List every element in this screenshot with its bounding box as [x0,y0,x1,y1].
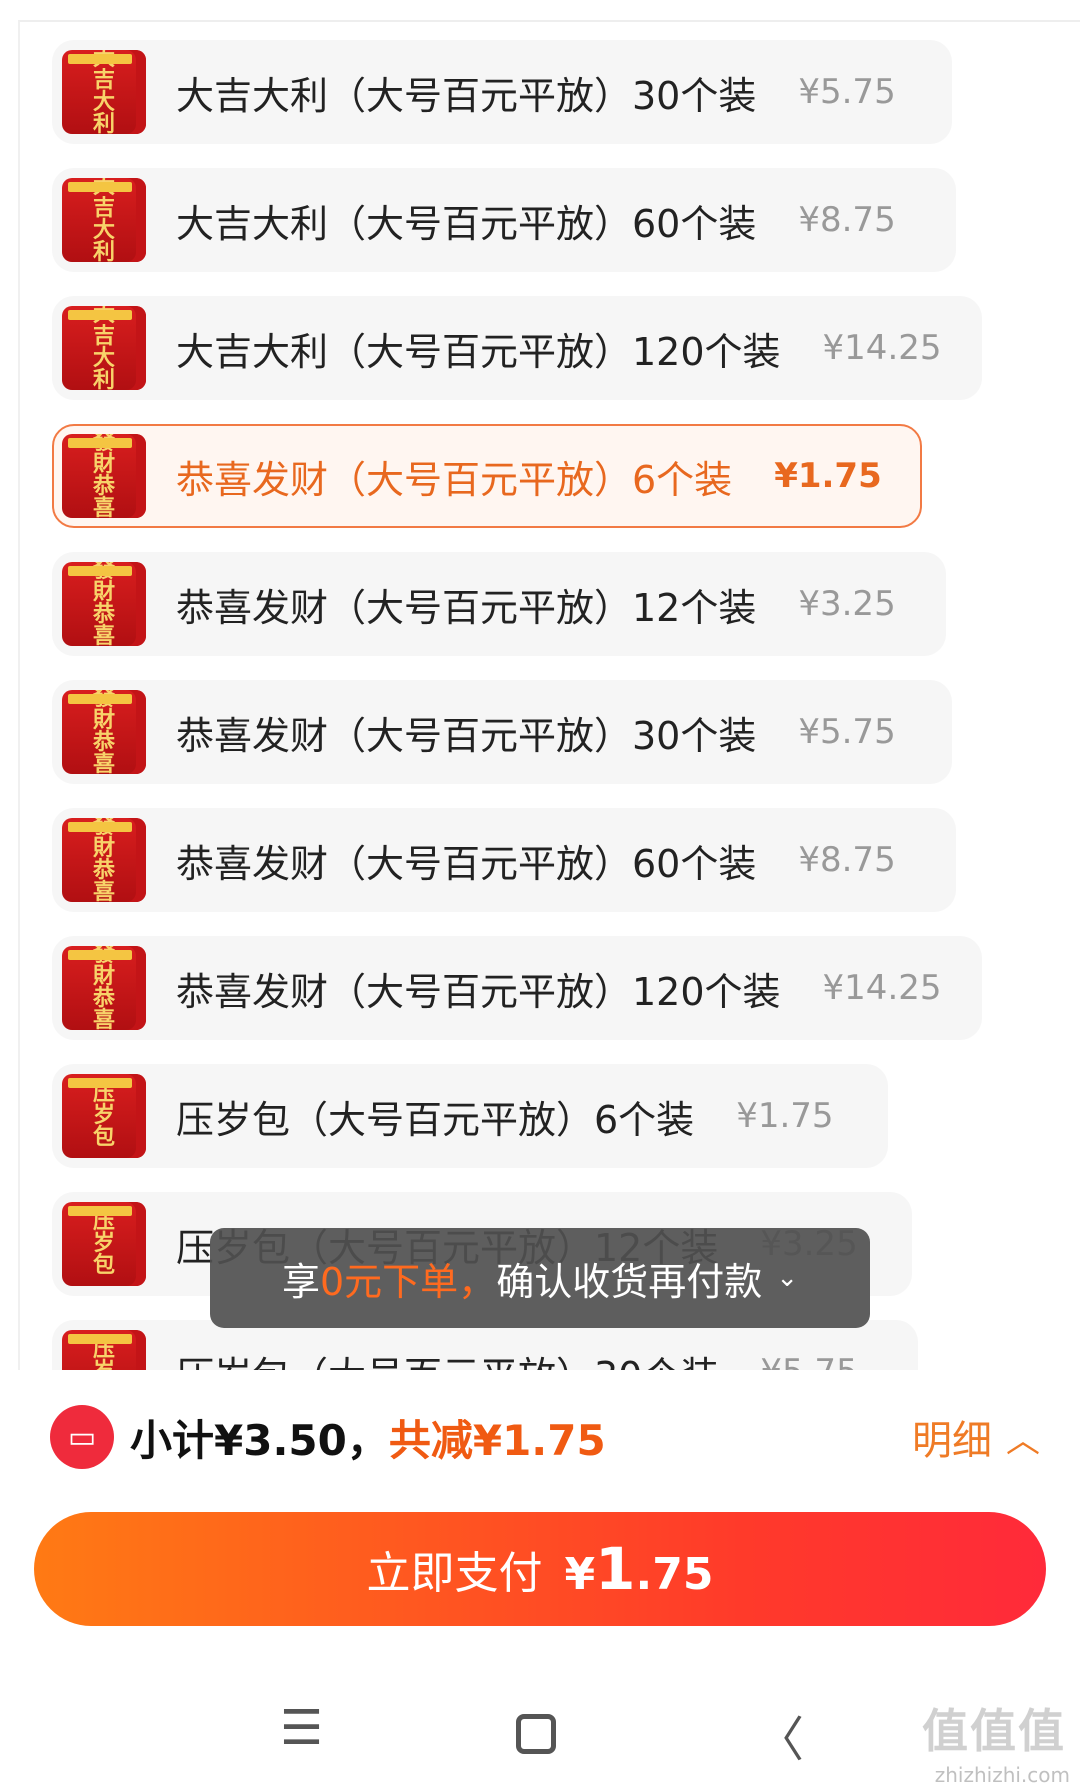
red-envelope-thumbnail: 压岁 包 [62,1074,146,1158]
variant-title: 压岁包（大号百元平放）6个装 [176,1097,695,1142]
variant-option[interactable]: 大吉 大利大吉大利（大号百元平放）120个装 ¥14.25 [52,296,1052,400]
variant-option[interactable]: 發財 恭喜恭喜发财（大号百元平放）30个装 ¥5.75 [52,680,1052,784]
red-envelope-thumbnail: 大吉 大利 [62,178,146,262]
thumbnail-label [68,694,132,704]
variant-price: ¥1.75 [774,456,882,496]
thumbnail-glyph: 压岁 包 [92,1209,115,1278]
toast-highlight: 0元下单， [320,1259,497,1304]
recent-apps-icon[interactable]: ☰ [280,1700,323,1756]
detail-label: 明细 [912,1418,992,1464]
toast-suffix: 确认收货再付款 [496,1259,763,1304]
variant-list: 大吉 大利大吉大利（大号百元平放）30个装¥5.75大吉 大利大吉大利（大号百元… [52,40,1052,1370]
pay-now-button[interactable]: 立即支付 ¥1.75 [34,1512,1046,1626]
variant-title: 大吉大利（大号百元平放）60个装 [176,201,757,246]
watermark-logo: 值值值 [922,1704,1066,1758]
pay-currency: ¥ [564,1549,596,1600]
toast-prefix: 享 [281,1259,320,1304]
variant-price: ¥14.25 [822,968,942,1008]
red-envelope-thumbnail: 發財 恭喜 [62,818,146,902]
variant-option[interactable]: 發財 恭喜恭喜发财（大号百元平放）12个装 ¥3.25 [52,552,1052,656]
variant-price: ¥5.75 [798,712,896,752]
back-icon[interactable]: 〈 [756,1700,804,1770]
variant-price: ¥3.25 [798,584,896,624]
detail-button[interactable]: 明细 ︿ [912,1408,1040,1466]
variant-option[interactable]: 發財 恭喜恭喜发财（大号百元平放）120个装 ¥14.25 [52,936,1052,1040]
red-envelope-thumbnail: 發財 恭喜 [62,946,146,1030]
variant-title: 恭喜发财（大号百元平放）120个装 [176,969,781,1014]
product-variant-sheet: 大吉 大利大吉大利（大号百元平放）30个装¥5.75大吉 大利大吉大利（大号百元… [18,20,1080,1370]
variant-title: 恭喜发财（大号百元平放）6个装 [176,457,733,502]
zero-pay-toast[interactable]: 享 0元下单， 确认收货再付款 ⌄ [210,1228,870,1328]
thumbnail-label [68,822,132,832]
thumbnail-glyph: 压岁 包 [92,1081,115,1150]
variant-option[interactable]: 压岁 包 压岁包（大号百元平放）6个装 ¥1.75 [52,1064,1052,1168]
variant-option[interactable]: 大吉 大利大吉大利（大号百元平放）60个装 ¥8.75 [52,168,1052,272]
pay-amount-int: 1 [595,1535,636,1603]
red-envelope-thumbnail: 大吉 大利 [62,306,146,390]
chevron-down-icon: ⌄ [776,1263,798,1293]
variant-title: 大吉大利（大号百元平放）120个装 [176,329,781,374]
variant-option[interactable]: 發財 恭喜恭喜发财（大号百元平放）6个装 ¥1.75 [52,424,1052,528]
red-envelope-thumbnail: 發財 恭喜 [62,434,146,518]
red-envelope-thumbnail: 压岁 包 [62,1330,146,1370]
variant-price: ¥8.75 [798,200,896,240]
red-envelope-thumbnail: 發財 恭喜 [62,690,146,774]
thumbnail-label [68,1334,132,1344]
variant-option[interactable]: 大吉 大利大吉大利（大号百元平放）30个装 ¥5.75 [52,40,1052,144]
variant-title: 压岁包（大号百元平放）30个装 [176,1345,718,1371]
variant-price: ¥5.75 [798,72,896,112]
variant-option[interactable]: 發財 恭喜恭喜发财（大号百元平放）60个装 ¥8.75 [52,808,1052,912]
variant-price: ¥5.75 [760,1352,857,1370]
thumbnail-label [68,182,132,192]
thumbnail-label [68,54,132,64]
chevron-up-icon: ︿ [1006,1420,1040,1461]
variant-title: 恭喜发财（大号百元平放）12个装 [176,585,757,630]
pay-amount: ¥1.75 [565,1535,714,1603]
variant-title: 恭喜发财（大号百元平放）30个装 [176,713,757,758]
checkout-page: 大吉 大利大吉大利（大号百元平放）30个装¥5.75大吉 大利大吉大利（大号百元… [0,0,1080,1791]
coupon-icon: ▭ [50,1405,114,1469]
system-nav-bar: ☰ 〈 值值值 zhizhizhi.com [0,1660,1080,1791]
variant-price: ¥8.75 [798,840,896,880]
discount-text: 共减¥1.75 [388,1415,606,1465]
red-envelope-thumbnail: 大吉 大利 [62,50,146,134]
thumbnail-label [68,1206,132,1216]
thumbnail-label [68,950,132,960]
thumbnail-label [68,438,132,448]
variant-title: 大吉大利（大号百元平放）30个装 [176,73,757,118]
pay-label: 立即支付 [366,1548,543,1599]
price-summary: ▭ 小计¥3.50， 共减¥1.75 明细 ︿ [50,1402,1040,1472]
thumbnail-label [68,566,132,576]
variant-price: ¥14.25 [822,328,942,368]
thumbnail-label [68,310,132,320]
watermark-site: zhizhizhi.com [934,1763,1070,1787]
pay-amount-dec: .75 [635,1549,714,1600]
home-icon[interactable] [516,1714,556,1754]
red-envelope-thumbnail: 發財 恭喜 [62,562,146,646]
variant-title: 恭喜发财（大号百元平放）60个装 [176,841,757,886]
thumbnail-label [68,1078,132,1088]
red-envelope-thumbnail: 压岁 包 [62,1202,146,1286]
variant-price: ¥1.75 [736,1096,834,1136]
subtotal-text: 小计¥3.50， [130,1415,389,1465]
